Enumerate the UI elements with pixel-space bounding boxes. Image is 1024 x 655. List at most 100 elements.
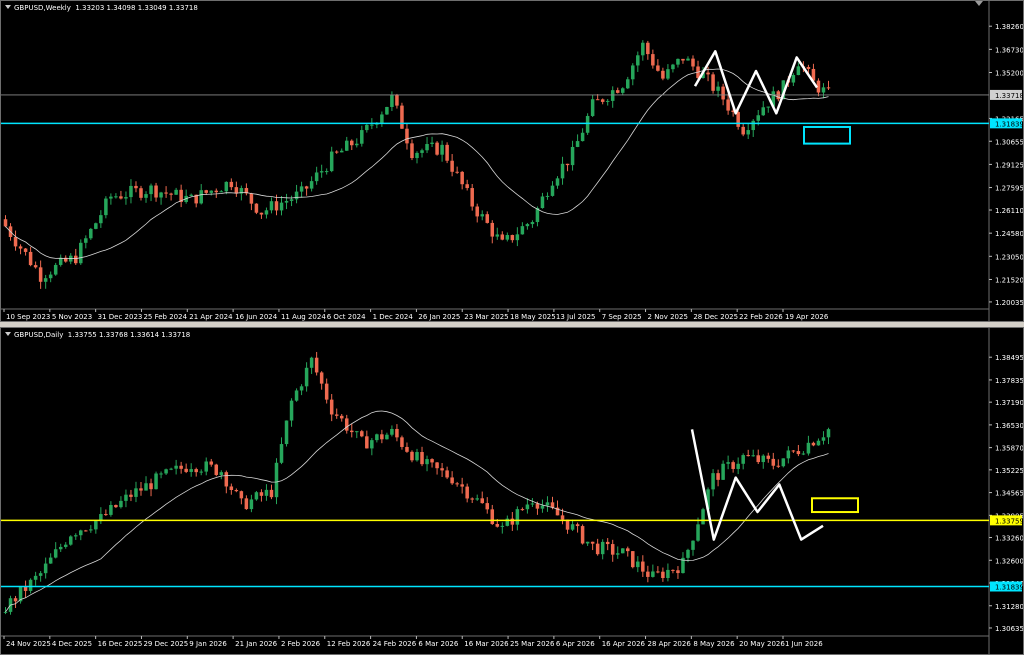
weekly-chart-canvas[interactable]: 1.382601.367301.352001.337181.321651.318… bbox=[1, 1, 1023, 321]
candle-body bbox=[360, 431, 364, 437]
candle-body bbox=[164, 192, 168, 194]
candle-body bbox=[154, 473, 158, 490]
weekly-chart-window[interactable]: GBPUSD,Weekly 1.33203 1.34098 1.33049 1.… bbox=[0, 0, 1024, 322]
candle-body bbox=[219, 472, 224, 475]
date-tick-label: 13 Jul 2025 bbox=[556, 313, 596, 321]
candle-body bbox=[134, 185, 138, 189]
candle-body bbox=[821, 87, 826, 93]
candle-body bbox=[334, 151, 339, 153]
candle-body bbox=[249, 499, 254, 510]
candle-body bbox=[99, 215, 103, 224]
candle-body bbox=[109, 196, 113, 199]
date-tick-label: 25 Feb 2024 bbox=[143, 313, 187, 321]
candle-body bbox=[686, 58, 690, 61]
candle-body bbox=[600, 99, 605, 102]
candle-body bbox=[666, 69, 670, 79]
candle-body bbox=[279, 444, 284, 463]
candle-body bbox=[470, 498, 474, 500]
candle-body bbox=[63, 544, 68, 547]
candle-body bbox=[636, 561, 640, 568]
candle-body bbox=[114, 504, 118, 508]
candle-body bbox=[139, 488, 143, 491]
date-tick-label: 16 Dec 2025 bbox=[98, 640, 143, 648]
candle-body bbox=[269, 201, 274, 211]
candle-body bbox=[691, 540, 695, 550]
candle-body bbox=[274, 462, 279, 498]
candle-body bbox=[224, 472, 229, 487]
date-tick-label: 22 Feb 2026 bbox=[739, 313, 783, 321]
candle-body bbox=[605, 100, 610, 102]
candle-body bbox=[751, 455, 755, 457]
candle-body bbox=[189, 194, 193, 196]
candle-body bbox=[420, 452, 424, 465]
candle-body bbox=[79, 242, 83, 264]
date-tick-label: 1 Jun 2026 bbox=[785, 640, 823, 648]
candle-body bbox=[43, 278, 48, 282]
candle-body bbox=[575, 141, 580, 147]
candle-body bbox=[350, 140, 354, 146]
candle-body bbox=[520, 509, 525, 511]
candle-body bbox=[259, 492, 264, 496]
candle-body bbox=[641, 561, 645, 572]
price-tick-label: 1.27595 bbox=[995, 185, 1023, 193]
date-tick-label: 4 Dec 2025 bbox=[52, 640, 92, 648]
candle-body bbox=[816, 440, 821, 446]
candle-body bbox=[766, 106, 771, 108]
candle-body bbox=[671, 64, 675, 70]
candle-body bbox=[465, 486, 469, 499]
candle-body bbox=[741, 126, 745, 135]
candle-body bbox=[806, 442, 811, 454]
current-price-label: 1.33759 bbox=[995, 517, 1023, 525]
daily-chart-canvas[interactable]: 1.38495 1.37835 1.37190 1.36530 1.35870 1.352… bbox=[1, 328, 1023, 654]
candle-body bbox=[445, 470, 449, 478]
candle-body bbox=[89, 529, 93, 531]
candle-body bbox=[289, 199, 294, 201]
price-tick-label: 1.31280 bbox=[995, 603, 1023, 611]
candle-body bbox=[48, 274, 53, 279]
candle-body bbox=[184, 468, 188, 472]
price-tick-label: 1.23050 bbox=[995, 253, 1023, 261]
candle-body bbox=[455, 483, 459, 485]
candle-body bbox=[294, 390, 299, 401]
candle-body bbox=[781, 458, 786, 467]
date-tick-label: 19 Apr 2026 bbox=[785, 313, 829, 321]
candle-body bbox=[530, 503, 535, 505]
price-tick-label: 1.38260 bbox=[995, 23, 1023, 31]
candle-body bbox=[605, 541, 610, 545]
candle-body bbox=[319, 372, 324, 384]
candle-body bbox=[610, 544, 615, 555]
candle-body bbox=[149, 483, 153, 490]
candle-body bbox=[711, 473, 715, 490]
candle-body bbox=[565, 163, 570, 166]
candle-body bbox=[189, 469, 193, 472]
candle-body bbox=[339, 150, 344, 153]
date-tick-label: 16 Jun 2024 bbox=[235, 313, 278, 321]
candle-body bbox=[791, 75, 796, 83]
candle-body bbox=[124, 494, 128, 501]
candle-body bbox=[570, 146, 575, 166]
daily-chart-window[interactable]: GBPUSD,Daily 1.33755 1.33768 1.33614 1.3… bbox=[0, 327, 1024, 655]
candle-body bbox=[636, 55, 640, 66]
candle-body bbox=[806, 67, 811, 69]
candle-body bbox=[164, 469, 168, 474]
candle-body bbox=[696, 524, 700, 541]
candle-body bbox=[430, 142, 434, 145]
candle-body bbox=[144, 483, 148, 491]
candle-body bbox=[666, 569, 670, 578]
date-tick-label: 10 Sep 2023 bbox=[6, 313, 50, 321]
candle-body bbox=[324, 171, 329, 173]
date-tick-label: 6 Oct 2024 bbox=[327, 313, 366, 321]
candle-body bbox=[500, 234, 505, 240]
candle-body bbox=[590, 99, 595, 116]
candle-body bbox=[219, 191, 224, 193]
candle-body bbox=[415, 152, 419, 159]
candle-body bbox=[726, 462, 730, 464]
candle-body bbox=[199, 190, 203, 204]
candle-body bbox=[761, 455, 766, 463]
candle-body bbox=[671, 569, 675, 571]
candle-body bbox=[575, 524, 580, 527]
candle-body bbox=[169, 468, 173, 470]
candle-body bbox=[525, 504, 530, 510]
candle-body bbox=[701, 509, 705, 525]
price-tick-label: 1.36530 bbox=[995, 422, 1023, 430]
